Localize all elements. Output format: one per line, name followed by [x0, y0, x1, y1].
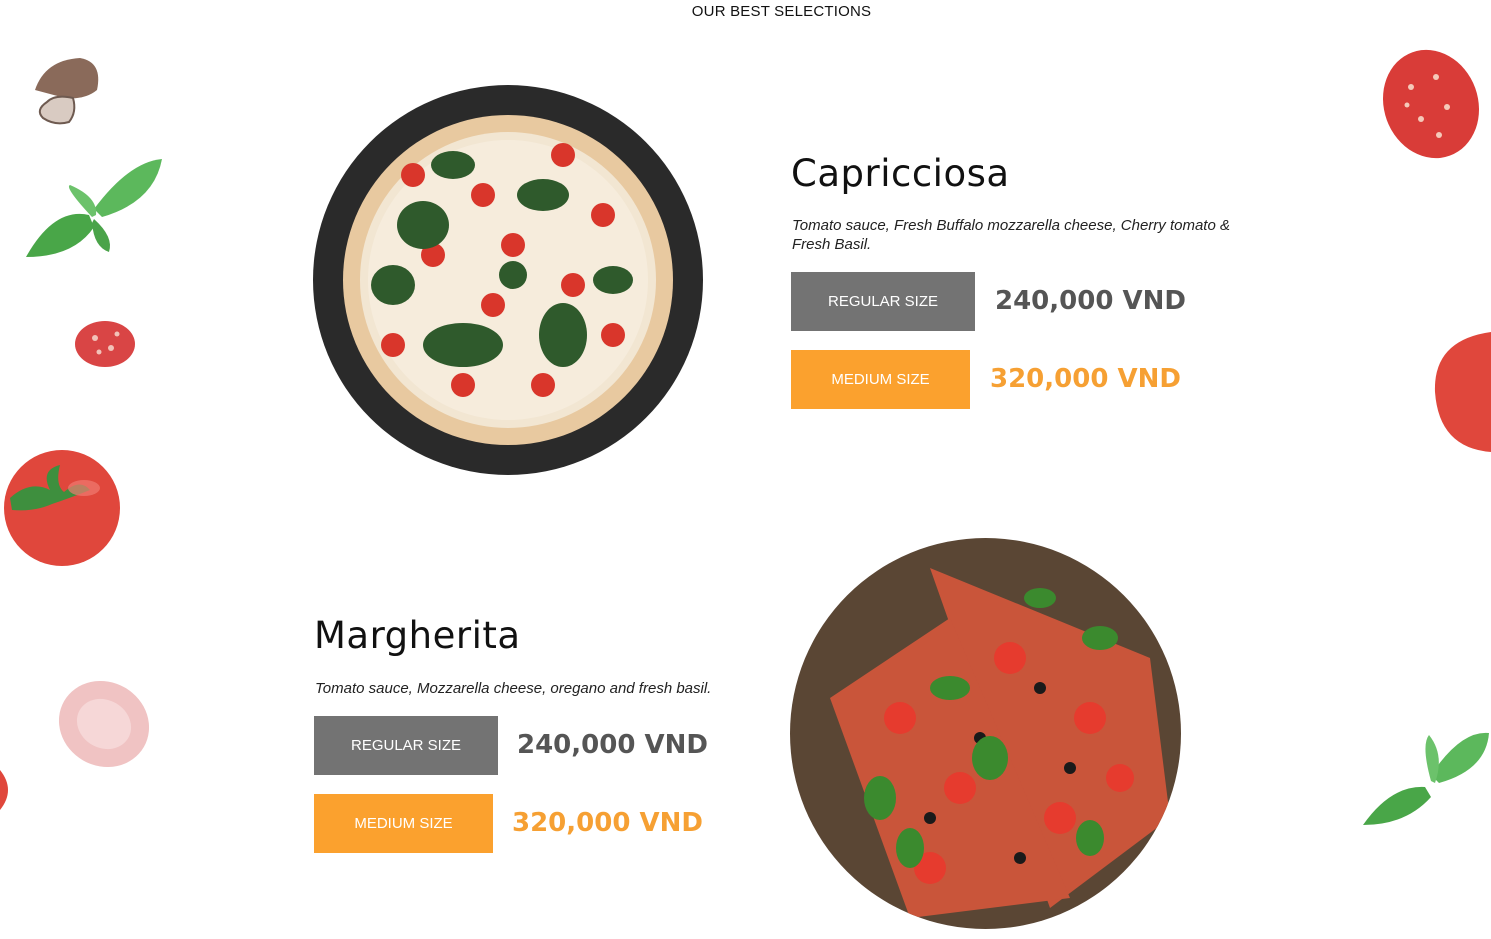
- pizza-description: Tomato sauce, Mozzarella cheese, oregano…: [315, 680, 712, 697]
- medium-size-button[interactable]: MEDIUM SIZE: [791, 350, 970, 409]
- regular-size-button[interactable]: REGULAR SIZE: [314, 716, 498, 775]
- basil-leaf-icon: [1363, 732, 1489, 825]
- capricciosa-image: [313, 85, 703, 475]
- basil-leaf-icon: [26, 159, 162, 257]
- tomato-icon: [1434, 332, 1491, 452]
- regular-size-price: 240,000 VND: [517, 730, 708, 760]
- salami-slice-icon: [1382, 49, 1480, 159]
- pizza-name: Margherita: [314, 614, 521, 657]
- medium-size-price: 320,000 VND: [512, 808, 703, 838]
- mushroom-icon: [35, 58, 99, 125]
- medium-size-price: 320,000 VND: [990, 364, 1181, 394]
- pizza-name: Capricciosa: [791, 152, 1010, 195]
- tomato-icon: [4, 450, 120, 566]
- regular-size-price: 240,000 VND: [995, 286, 1186, 316]
- ham-slice-icon: [58, 680, 150, 768]
- margherita-image: [790, 538, 1181, 929]
- tomato-icon: [0, 770, 8, 810]
- pizza-description: Tomato sauce, Fresh Buffalo mozzarella c…: [792, 217, 1230, 253]
- section-title: OUR BEST SELECTIONS: [691, 3, 872, 20]
- regular-size-button[interactable]: REGULAR SIZE: [791, 272, 975, 331]
- medium-size-button[interactable]: MEDIUM SIZE: [314, 794, 493, 853]
- salami-slice-icon: [75, 321, 135, 367]
